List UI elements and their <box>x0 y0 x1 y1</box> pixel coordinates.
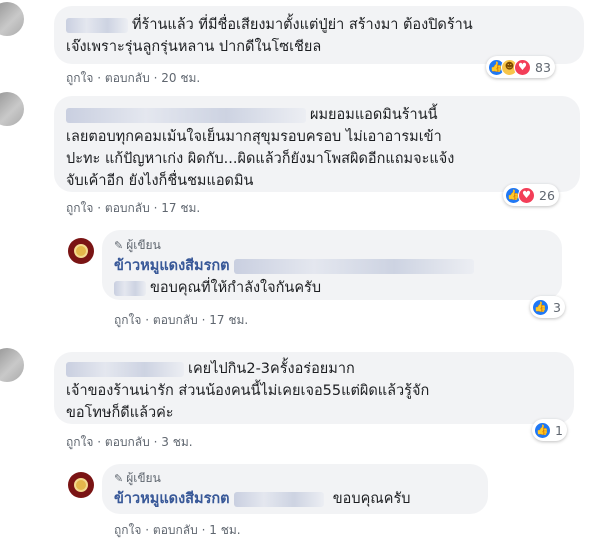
comment-text-line: เจ๊งเพราะรุ่นลูกรุ่นหลาน ปากดีในโซเชียล <box>66 39 322 55</box>
like-link[interactable]: ถูกใจ <box>114 523 141 537</box>
reaction-count: 1 <box>555 422 563 438</box>
page-name-link[interactable]: ข้าวหมูแดงสีมรกต <box>114 491 230 507</box>
page-logo <box>74 478 88 492</box>
reply-text: ขอบคุณที่ให้กำลังใจกันครับ <box>114 277 550 299</box>
mentioned-name[interactable] <box>114 280 146 296</box>
reply-link[interactable]: ตอบกลับ <box>153 523 198 537</box>
comment-actions: ถูกใจ · ตอบกลับ · 20 ชม. <box>66 71 201 85</box>
comment-text-line: ขอโทษก็ดีแล้วค่ะ <box>66 405 174 421</box>
author-badge: ✎ ผู้เขียน <box>114 238 161 252</box>
reply-link[interactable]: ตอบกลับ <box>105 201 150 215</box>
reaction-summary[interactable]: 👍 3 <box>530 296 565 318</box>
reaction-summary[interactable]: 👍 ☻ ♥ 83 <box>486 56 555 78</box>
pencil-icon: ✎ <box>114 239 124 252</box>
timestamp[interactable]: 17 ชม. <box>209 313 248 327</box>
author-badge: ✎ ผู้เขียน <box>114 471 161 485</box>
commenter-avatar[interactable] <box>0 92 24 126</box>
reply-text: ขอบคุณครับ <box>332 491 411 507</box>
page-logo <box>74 244 88 258</box>
like-icon: 👍 <box>534 421 551 439</box>
page-avatar[interactable] <box>68 472 94 498</box>
comment-actions: ถูกใจ · ตอบกลับ · 17 ชม. <box>66 201 201 215</box>
reply-header: ข้าวหมูแดงสีมรกต <box>114 255 550 277</box>
reaction-count: 3 <box>553 299 561 315</box>
reply-header: ข้าวหมูแดงสีมรกต ขอบคุณครับ <box>114 488 476 510</box>
reaction-count: 83 <box>535 59 551 75</box>
commenter-name[interactable] <box>66 17 128 33</box>
like-icon: 👍 <box>532 298 549 316</box>
pencil-icon: ✎ <box>114 472 124 485</box>
comment-text-line: เลยตอบทุกคอมเม้นใจเย็นมากสุขุมรอบครอบ ไม… <box>66 129 442 145</box>
mentioned-name[interactable] <box>234 491 325 507</box>
timestamp[interactable]: 1 ชม. <box>209 523 240 537</box>
comment-text-line: เจ้าของร้านน่ารัก ส่วนน้องคนนี้ไม่เคยเจอ… <box>66 383 430 399</box>
like-link[interactable]: ถูกใจ <box>66 201 93 215</box>
timestamp[interactable]: 17 ชม. <box>161 201 200 215</box>
timestamp[interactable]: 20 ชม. <box>161 71 200 85</box>
comment-text-line: ที่ร้านแล้ว ที่มีชื่อเสียงมาตั้งแต่ปู่ย่… <box>66 14 572 36</box>
like-link[interactable]: ถูกใจ <box>66 435 93 449</box>
commenter-name[interactable] <box>66 107 306 123</box>
reaction-summary[interactable]: 👍 ♥ 26 <box>503 184 559 206</box>
reaction-summary[interactable]: 👍 1 <box>532 419 567 441</box>
comment-text-line: จับเค้าอีก ยังไงก็ชื่นชมแอดมิน <box>66 173 254 189</box>
reply-link[interactable]: ตอบกลับ <box>105 71 150 85</box>
reply-link[interactable]: ตอบกลับ <box>105 435 150 449</box>
comment-text-line: เคยไปกิน2-3ครั้งอร่อยมาก <box>66 358 562 380</box>
commenter-name[interactable] <box>66 361 184 377</box>
comment-actions: ถูกใจ · ตอบกลับ · 3 ชม. <box>66 435 193 449</box>
comment-bubble: ผมยอมแอดมินร้านนี้ เลยตอบทุกคอมเม้นใจเย็… <box>54 96 580 192</box>
like-link[interactable]: ถูกใจ <box>114 313 141 327</box>
page-name-link[interactable]: ข้าวหมูแดงสีมรกต <box>114 258 230 274</box>
love-icon: ♥ <box>518 186 535 204</box>
commenter-avatar[interactable] <box>0 2 24 36</box>
comment-text-line: ปะทะ แก้ปัญหาเก่ง ผิดกับ...ผิดแล้วก็ยังม… <box>66 151 455 167</box>
reply-actions: ถูกใจ · ตอบกลับ · 17 ชม. <box>114 313 249 327</box>
love-icon: ♥ <box>514 58 531 76</box>
reply-actions: ถูกใจ · ตอบกลับ · 1 ชม. <box>114 523 241 537</box>
reply-bubble: ✎ ผู้เขียน ข้าวหมูแดงสีมรกต ขอบคุณที่ให้ก… <box>102 230 562 300</box>
timestamp[interactable]: 3 ชม. <box>161 435 192 449</box>
reply-link[interactable]: ตอบกลับ <box>153 313 198 327</box>
comment-bubble: เคยไปกิน2-3ครั้งอร่อยมาก เจ้าของร้านน่าร… <box>54 352 574 424</box>
reaction-count: 26 <box>539 187 555 203</box>
commenter-avatar[interactable] <box>0 348 24 382</box>
reply-bubble: ✎ ผู้เขียน ข้าวหมูแดงสีมรกต ขอบคุณครับ <box>102 464 488 514</box>
comment-text-line: ผมยอมแอดมินร้านนี้ <box>66 104 568 126</box>
mentioned-name[interactable] <box>234 258 475 274</box>
like-link[interactable]: ถูกใจ <box>66 71 93 85</box>
page-avatar[interactable] <box>68 238 94 264</box>
